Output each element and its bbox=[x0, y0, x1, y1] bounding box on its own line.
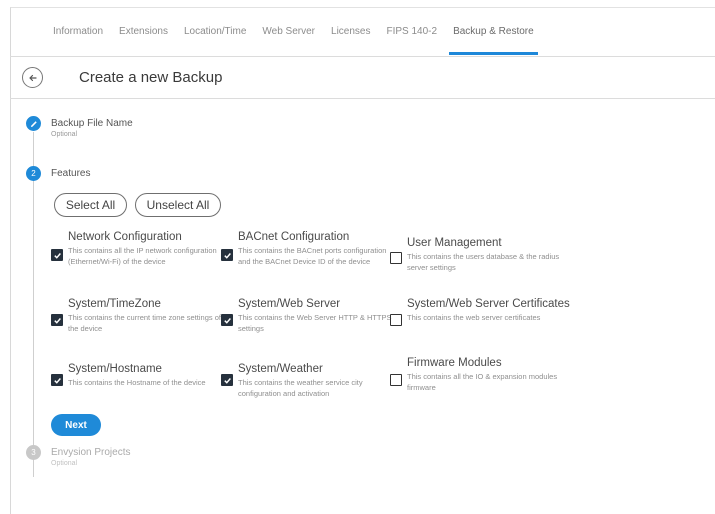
checkmark-icon bbox=[53, 252, 61, 259]
checkmark-icon bbox=[223, 317, 231, 324]
feature-title: System/Web Server bbox=[238, 298, 341, 310]
feature-title: System/TimeZone bbox=[68, 298, 161, 310]
next-button[interactable]: Next bbox=[51, 414, 101, 436]
stepper-line bbox=[33, 132, 34, 477]
feature-checkbox[interactable] bbox=[390, 252, 402, 264]
feature-checkbox[interactable] bbox=[221, 249, 233, 261]
pencil-icon bbox=[30, 120, 37, 127]
feature-title: Network Configuration bbox=[68, 231, 182, 243]
feature-title: System/Hostname bbox=[68, 363, 162, 375]
feature-title: User Management bbox=[407, 237, 502, 249]
checkmark-icon bbox=[53, 377, 61, 384]
tab-extensions[interactable]: Extensions bbox=[111, 25, 176, 55]
feature-description: This contains the users database & the r… bbox=[407, 252, 560, 272]
feature-checkbox[interactable] bbox=[221, 374, 233, 386]
feature-checkbox[interactable] bbox=[390, 314, 402, 326]
feature-description: This contains the current time zone sett… bbox=[68, 313, 221, 333]
feature-description: This contains the web server certificate… bbox=[407, 313, 541, 322]
feature-title: System/Web Server Certificates bbox=[407, 298, 570, 310]
step-1-indicator bbox=[26, 116, 41, 131]
back-button[interactable] bbox=[22, 67, 43, 88]
feature-description: This contains all the IO & expansion mod… bbox=[407, 372, 558, 392]
checkmark-icon bbox=[223, 377, 231, 384]
feature-network-configuration: Network Configuration This contains all … bbox=[51, 231, 223, 272]
feature-system-hostname: System/Hostname This contains the Hostna… bbox=[51, 363, 223, 404]
step-2-indicator: 2 bbox=[26, 166, 41, 181]
step-3-indicator: 3 bbox=[26, 445, 41, 460]
tab-fips[interactable]: FIPS 140-2 bbox=[378, 25, 445, 55]
tab-backup-restore[interactable]: Backup & Restore bbox=[445, 25, 542, 55]
tab-information[interactable]: Information bbox=[45, 25, 111, 55]
feature-description: This contains the Web Server HTTP & HTTP… bbox=[238, 313, 392, 333]
feature-checkbox[interactable] bbox=[51, 314, 63, 326]
feature-checkbox[interactable] bbox=[51, 249, 63, 261]
feature-title: System/Weather bbox=[238, 363, 323, 375]
step-3-title[interactable]: Envysion Projects bbox=[51, 447, 130, 458]
feature-firmware-modules: Firmware Modules This contains all the I… bbox=[390, 357, 562, 398]
checkmark-icon bbox=[53, 317, 61, 324]
feature-user-management: User Management This contains the users … bbox=[390, 237, 562, 278]
feature-system-weather: System/Weather This contains the weather… bbox=[221, 363, 393, 404]
feature-title: Firmware Modules bbox=[407, 357, 502, 369]
feature-system-web-server: System/Web Server This contains the Web … bbox=[221, 298, 393, 339]
checkmark-icon bbox=[223, 252, 231, 259]
tab-location-time[interactable]: Location/Time bbox=[176, 25, 254, 55]
tab-bar: Information Extensions Location/Time Web… bbox=[45, 25, 542, 55]
arrow-left-icon bbox=[28, 74, 37, 81]
unselect-all-button[interactable]: Unselect All bbox=[135, 193, 221, 217]
step-2-title[interactable]: Features bbox=[51, 168, 90, 179]
tab-web-server[interactable]: Web Server bbox=[254, 25, 323, 55]
page-title: Create a new Backup bbox=[79, 69, 223, 86]
feature-checkbox[interactable] bbox=[51, 374, 63, 386]
header-divider bbox=[10, 98, 715, 99]
tabs-divider bbox=[10, 56, 715, 57]
feature-title: BACnet Configuration bbox=[238, 231, 350, 243]
feature-checkbox[interactable] bbox=[221, 314, 233, 326]
step-3-subtitle: Optional bbox=[51, 460, 78, 467]
feature-bacnet-configuration: BACnet Configuration This contains the B… bbox=[221, 231, 393, 272]
step-1-title[interactable]: Backup File Name bbox=[51, 118, 133, 129]
feature-description: This contains the Hostname of the device bbox=[68, 378, 206, 387]
feature-system-timezone: System/TimeZone This contains the curren… bbox=[51, 298, 223, 339]
feature-system-web-server-certificates: System/Web Server Certificates This cont… bbox=[390, 298, 570, 339]
feature-checkbox[interactable] bbox=[390, 374, 402, 386]
tab-licenses[interactable]: Licenses bbox=[323, 25, 378, 55]
select-all-button[interactable]: Select All bbox=[54, 193, 127, 217]
step-1-subtitle: Optional bbox=[51, 131, 78, 138]
feature-description: This contains all the IP network configu… bbox=[68, 246, 217, 266]
feature-description: This contains the weather service city c… bbox=[238, 378, 363, 398]
feature-description: This contains the BACnet ports configura… bbox=[238, 246, 387, 266]
